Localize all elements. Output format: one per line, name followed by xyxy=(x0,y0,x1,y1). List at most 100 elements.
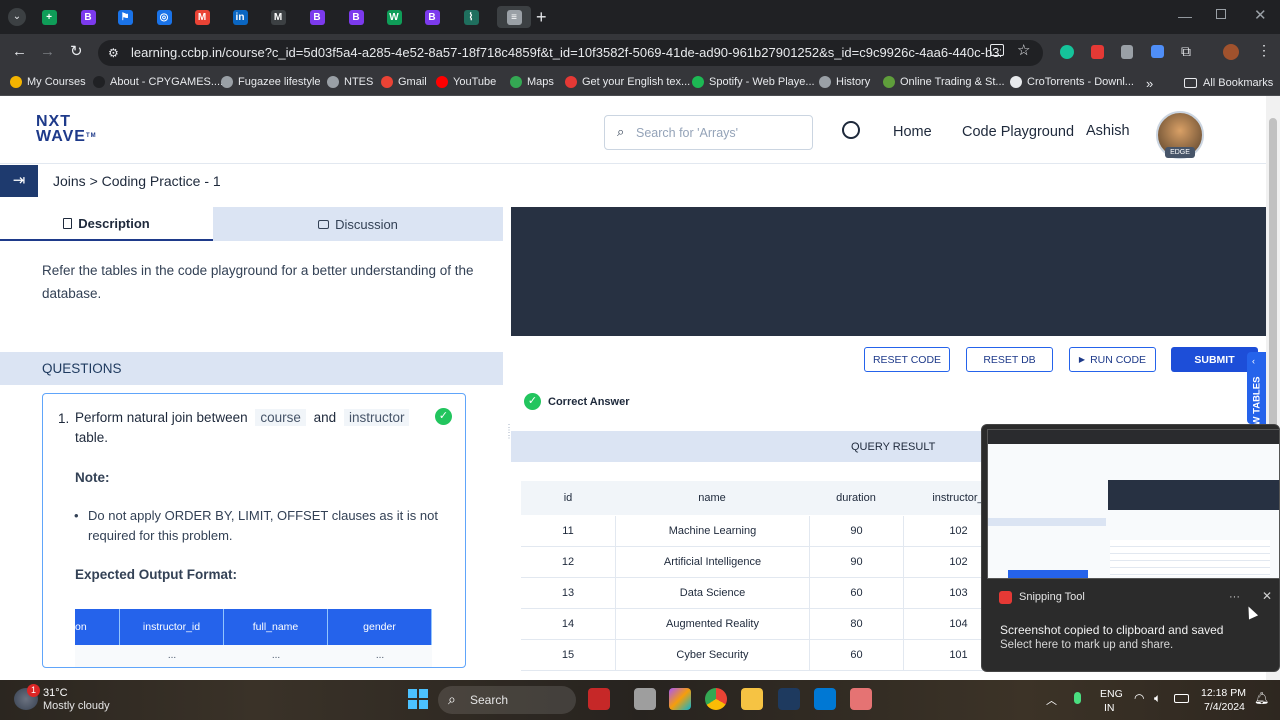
new-tab-button[interactable]: + xyxy=(536,7,547,28)
bookmark-label: History xyxy=(836,76,871,88)
thumb-question-bar xyxy=(988,518,1106,526)
bookmark-item[interactable]: Maps xyxy=(510,76,554,88)
browser-tab-shield[interactable]: ◎ xyxy=(153,6,175,28)
weather-desc[interactable]: Mostly cloudy xyxy=(43,700,110,712)
all-bookmarks-label: All Bookmarks xyxy=(1203,77,1274,89)
taskbar-app-red-icon[interactable] xyxy=(588,688,610,710)
browser-tab-b4[interactable]: B xyxy=(421,6,443,28)
clock-time[interactable]: 12:18 PM xyxy=(1201,687,1246,699)
browser-tab-sheets[interactable]: + xyxy=(38,6,60,28)
browser-tab-linkedin[interactable]: in xyxy=(229,6,251,28)
taskbar-vscode-icon[interactable] xyxy=(814,688,836,710)
taskbar-search[interactable]: ⌕ Search xyxy=(438,686,576,714)
all-bookmarks[interactable]: All Bookmarks xyxy=(1184,77,1273,89)
browser-tab-w[interactable]: W xyxy=(383,6,405,28)
forward-icon[interactable]: → xyxy=(40,43,55,60)
scrollbar-thumb[interactable] xyxy=(1269,118,1277,448)
nav-home[interactable]: Home xyxy=(893,124,932,140)
tab-discussion[interactable]: Discussion xyxy=(213,207,503,241)
clock-date[interactable]: 7/4/2024 xyxy=(1204,701,1245,713)
site-search-input[interactable]: ⌕ Search for 'Arrays' xyxy=(604,115,813,150)
browser-menu-icon[interactable]: ⋮ xyxy=(1257,42,1271,59)
snipping-tool-notification[interactable]: Snipping Tool ··· ✕ Screenshot copied to… xyxy=(981,424,1280,672)
back-icon[interactable]: ← xyxy=(12,43,27,60)
volume-icon[interactable]: 🔈︎ xyxy=(1154,691,1161,706)
browser-tab-flag[interactable]: ⚑ xyxy=(114,6,136,28)
start-windows-icon[interactable] xyxy=(408,689,428,709)
taskbar-chrome-icon[interactable] xyxy=(705,688,727,710)
view-tables-tab[interactable]: ‹ W TABLES xyxy=(1247,352,1266,426)
microphone-icon[interactable] xyxy=(1074,692,1081,704)
snip-preview-thumbnail[interactable] xyxy=(987,429,1280,579)
bookmark-favicon-icon xyxy=(10,76,22,88)
grammarly-icon[interactable] xyxy=(1060,45,1074,59)
code-editor[interactable] xyxy=(511,207,1266,336)
reset-db-button[interactable]: RESET DB xyxy=(966,347,1053,372)
browser-tab-b2[interactable]: B xyxy=(306,6,328,28)
bookmark-item[interactable]: History xyxy=(819,76,870,88)
bookmark-favicon-icon xyxy=(819,76,831,88)
url-text[interactable]: learning.ccbp.in/course?c_id=5d03f5a4-a2… xyxy=(131,45,1001,60)
browser-tab-b1[interactable]: B xyxy=(77,6,99,28)
bookmark-item[interactable]: Fugazee lifestyle xyxy=(221,76,321,88)
browser-tab-active[interactable]: ≡ xyxy=(497,6,531,28)
extension-blue-icon[interactable] xyxy=(1151,45,1164,58)
language-top[interactable]: ENG xyxy=(1100,688,1123,700)
submit-button[interactable]: SUBMIT xyxy=(1171,347,1258,372)
site-info-icon[interactable]: ⚙ xyxy=(108,46,119,60)
extension-shield-icon[interactable] xyxy=(1091,45,1104,59)
reload-icon[interactable]: ↻ xyxy=(70,42,83,60)
splitter-handle[interactable]: ⋮ ⋮ xyxy=(505,424,513,456)
bookmark-item[interactable]: YouTube xyxy=(436,76,496,88)
bookmark-item[interactable]: CroTorrents - Downl... xyxy=(1010,76,1134,88)
bookmark-item[interactable]: Online Trading & St... xyxy=(883,76,1005,88)
browser-tab-b3[interactable]: B xyxy=(345,6,367,28)
taskbar-files-icon[interactable] xyxy=(634,688,656,710)
taskbar-terminal-icon[interactable] xyxy=(778,688,800,710)
notification-bell-icon[interactable]: 🔔︎ xyxy=(1254,691,1269,705)
bookmark-item[interactable]: Gmail xyxy=(381,76,427,88)
reset-code-button[interactable]: RESET CODE xyxy=(864,347,950,372)
toast-more-icon[interactable]: ··· xyxy=(1229,591,1240,603)
tab-description[interactable]: Description xyxy=(0,207,213,241)
logo-line1: NXT xyxy=(36,113,71,130)
toast-close-icon[interactable]: ✕ xyxy=(1262,589,1272,603)
profile-avatar-icon[interactable] xyxy=(1223,44,1239,60)
taskbar-snipping-icon[interactable] xyxy=(850,688,872,710)
questions-heading: QUESTIONS xyxy=(42,361,122,376)
weather-temp[interactable]: 31°C xyxy=(43,687,68,699)
bookmark-star-icon[interactable]: ☆ xyxy=(1017,41,1030,59)
bookmark-item[interactable]: Spotify - Web Playe... xyxy=(692,76,815,88)
bookmark-item[interactable]: NTES xyxy=(327,76,373,88)
browser-tab-chart[interactable]: ⌇ xyxy=(460,6,482,28)
extensions-puzzle-icon[interactable]: ⧉ xyxy=(1181,43,1191,60)
bookmark-item[interactable]: My Courses xyxy=(10,76,86,88)
tab-search-chevron-icon[interactable]: ⌄ xyxy=(8,8,26,26)
bookmarks-more[interactable]: » xyxy=(1146,76,1153,91)
taskbar-explorer-icon[interactable] xyxy=(741,688,763,710)
battery-icon[interactable] xyxy=(1174,694,1189,703)
breadcrumb[interactable]: Joins > Coding Practice - 1 xyxy=(53,173,221,189)
bookmark-item[interactable]: About - CPYGAMES.... xyxy=(93,76,223,88)
browser-tab-gmail[interactable]: M xyxy=(191,6,213,28)
run-code-button[interactable]: ▶ RUN CODE xyxy=(1069,347,1156,372)
logo-line2-wrap: WAVETM xyxy=(36,129,97,145)
wifi-icon[interactable]: ◠ xyxy=(1134,691,1144,705)
language-bottom[interactable]: IN xyxy=(1104,702,1115,714)
bookmark-item[interactable]: Get your English tex... xyxy=(565,76,690,88)
taskbar-copilot-icon[interactable] xyxy=(669,688,691,710)
result-cell: Artificial Intelligence xyxy=(615,547,809,578)
nav-code-playground[interactable]: Code Playground xyxy=(962,124,1074,140)
browser-tab-m[interactable]: M xyxy=(267,6,289,28)
tray-chevron-up-icon[interactable]: ︿ xyxy=(1046,692,1057,708)
extension-guard-icon[interactable] xyxy=(1121,45,1133,59)
minimize-icon[interactable]: — xyxy=(1178,8,1192,24)
close-window-icon[interactable]: ✕ xyxy=(1254,6,1267,24)
timer-icon[interactable] xyxy=(842,121,860,139)
restore-icon[interactable] xyxy=(1216,9,1226,19)
install-icon[interactable] xyxy=(990,44,1004,56)
sidebar-toggle-button[interactable]: ⇥ xyxy=(0,165,38,197)
user-name[interactable]: Ashish xyxy=(1086,123,1130,139)
nxtwave-logo[interactable]: NXT WAVETM xyxy=(36,113,97,145)
chat-icon xyxy=(318,219,330,229)
